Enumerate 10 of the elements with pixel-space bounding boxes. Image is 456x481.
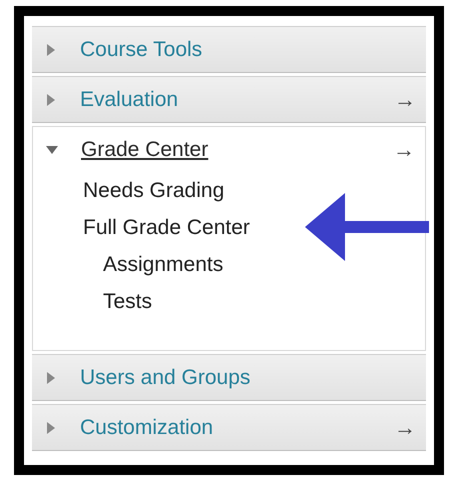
menu-item[interactable]: Evaluation [80, 88, 394, 112]
link-arrow[interactable]: → [393, 136, 415, 162]
submenu-item[interactable]: Tests [103, 290, 152, 314]
submenu-item[interactable]: Assignments [103, 252, 224, 276]
submenu-item[interactable]: Needs Grading [83, 178, 224, 202]
submenu-item[interactable]: Full Grade Center [83, 216, 250, 240]
link-arrow[interactable]: → [394, 86, 416, 112]
link-arrow[interactable]: → [394, 414, 416, 440]
menu-item[interactable]: Grade Center [81, 138, 393, 162]
menu-item[interactable]: Customization [80, 416, 394, 440]
